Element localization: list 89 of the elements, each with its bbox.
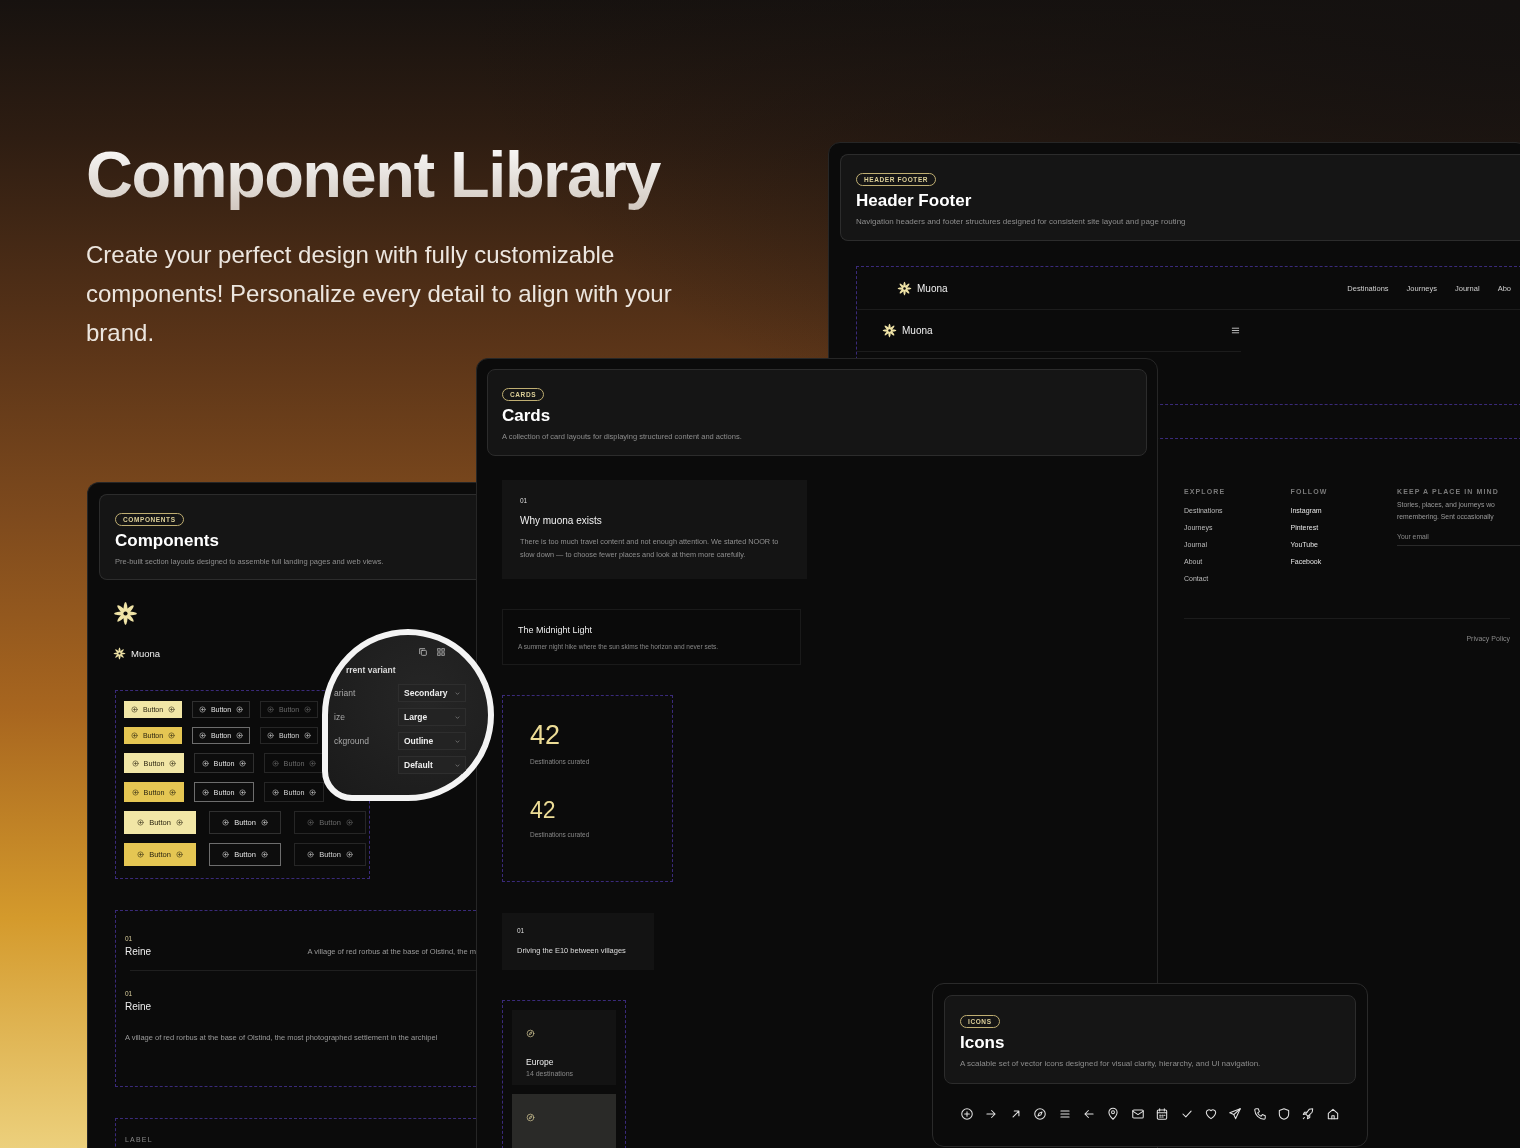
compass-icon <box>526 1113 535 1122</box>
plus-circle-icon <box>307 819 315 826</box>
property-dropdown[interactable]: Outline <box>398 732 466 750</box>
property-dropdown[interactable]: Large <box>398 708 466 726</box>
logo-icon <box>113 647 126 660</box>
property-label: ize <box>333 712 346 722</box>
section-title: Icons <box>960 1033 1006 1053</box>
plus-circle-icon <box>239 788 247 796</box>
compass-icon <box>1033 1107 1048 1121</box>
plus-circle-icon <box>168 706 176 713</box>
plus-circle-icon <box>131 759 139 767</box>
plus-circle-icon <box>309 759 317 767</box>
arrow-left-icon <box>1081 1107 1096 1121</box>
shield-icon <box>1277 1107 1292 1121</box>
mail-icon <box>1130 1107 1145 1121</box>
logo-icon <box>882 323 897 338</box>
home-icon <box>1325 1107 1340 1121</box>
section-title: Header Footer <box>856 191 973 211</box>
plus-circle-icon <box>131 788 139 796</box>
plus-circle-icon <box>130 706 138 713</box>
chevron-down-icon <box>454 713 461 721</box>
grid-icon <box>436 647 446 657</box>
plus-circle-icon <box>260 851 268 858</box>
property-dropdown[interactable]: Secondary <box>398 684 466 702</box>
plus-circle-icon <box>266 732 274 739</box>
plus-circle-icon <box>169 759 177 767</box>
property-dropdown[interactable]: Default <box>398 756 466 774</box>
plus-circle-icon <box>201 759 209 767</box>
plus-circle-icon <box>137 851 145 858</box>
heart-icon <box>1203 1107 1218 1121</box>
rocket-icon <box>1301 1107 1316 1121</box>
plus-circle-icon <box>304 706 312 713</box>
logo-icon <box>113 601 138 626</box>
property-label: ariant <box>333 688 357 698</box>
plus-circle-icon <box>222 851 230 858</box>
map-pin-icon <box>1106 1107 1121 1121</box>
plus-circle-icon <box>960 1107 974 1121</box>
compass-icon <box>526 1029 535 1038</box>
plus-circle-icon <box>168 732 176 739</box>
item-title: Reine <box>125 946 152 957</box>
brand-logo[interactable]: Muona <box>897 280 948 296</box>
send-icon <box>1228 1107 1243 1121</box>
plus-circle-icon <box>345 851 353 858</box>
stat-value: 42 <box>530 722 562 749</box>
region-name: Europe <box>526 1057 555 1067</box>
card-title: Why muona exists <box>520 515 603 526</box>
chevron-down-icon <box>454 689 461 697</box>
plus-circle-icon <box>175 819 183 826</box>
section-title: Cards <box>502 406 552 426</box>
chevron-down-icon <box>454 737 461 745</box>
plus-circle-icon <box>137 819 145 826</box>
plus-circle-icon <box>260 819 268 826</box>
plus-circle-icon <box>307 851 315 858</box>
item-title: Reine <box>125 1001 153 1012</box>
section-description: A scalable set of vector icons designed for visual clarity, hierarchy, and UI navigation. <box>960 1059 1262 1068</box>
calendar-icon <box>1155 1107 1170 1121</box>
plus-circle-icon <box>236 732 244 739</box>
inspector-heading: rrent variant <box>346 665 396 675</box>
phone-icon <box>1252 1107 1267 1121</box>
plus-circle-icon <box>271 759 279 767</box>
plus-circle-icon <box>304 732 312 739</box>
plus-circle-icon <box>236 706 244 713</box>
plus-circle-icon <box>266 706 274 713</box>
chevron-down-icon <box>454 761 461 769</box>
copy-icon <box>418 647 428 657</box>
plus-circle-icon <box>130 732 138 739</box>
brand-logo[interactable]: Muona <box>113 647 161 660</box>
menu-icon <box>1230 325 1241 336</box>
menu-icon <box>1057 1107 1072 1121</box>
section-title: Components <box>115 531 220 551</box>
section-description: Navigation headers and footer structures designed for consistent site layout and page routing <box>856 217 1187 226</box>
plus-circle-icon <box>309 788 317 796</box>
logo-icon <box>897 280 912 296</box>
property-label: ckground <box>333 736 370 746</box>
plus-circle-icon <box>239 759 247 767</box>
plus-circle-icon <box>175 851 183 858</box>
plus-circle-icon <box>201 788 209 796</box>
plus-circle-icon <box>222 819 230 826</box>
brand-logo[interactable]: Muona <box>882 323 933 338</box>
plus-circle-icon <box>271 788 279 796</box>
plus-circle-icon <box>345 819 353 826</box>
page-subtitle: Create your perfect design with fully customizable components! Personalize every detail to align with your brand. <box>86 239 673 348</box>
plus-circle-icon <box>198 706 206 713</box>
plus-circle-icon <box>198 732 206 739</box>
plus-circle-icon <box>169 788 177 796</box>
stat-value: 42 <box>530 799 557 822</box>
card-title: The Midnight Light <box>518 625 594 635</box>
arrow-right-icon <box>984 1107 999 1121</box>
region-card[interactable] <box>512 1094 616 1148</box>
